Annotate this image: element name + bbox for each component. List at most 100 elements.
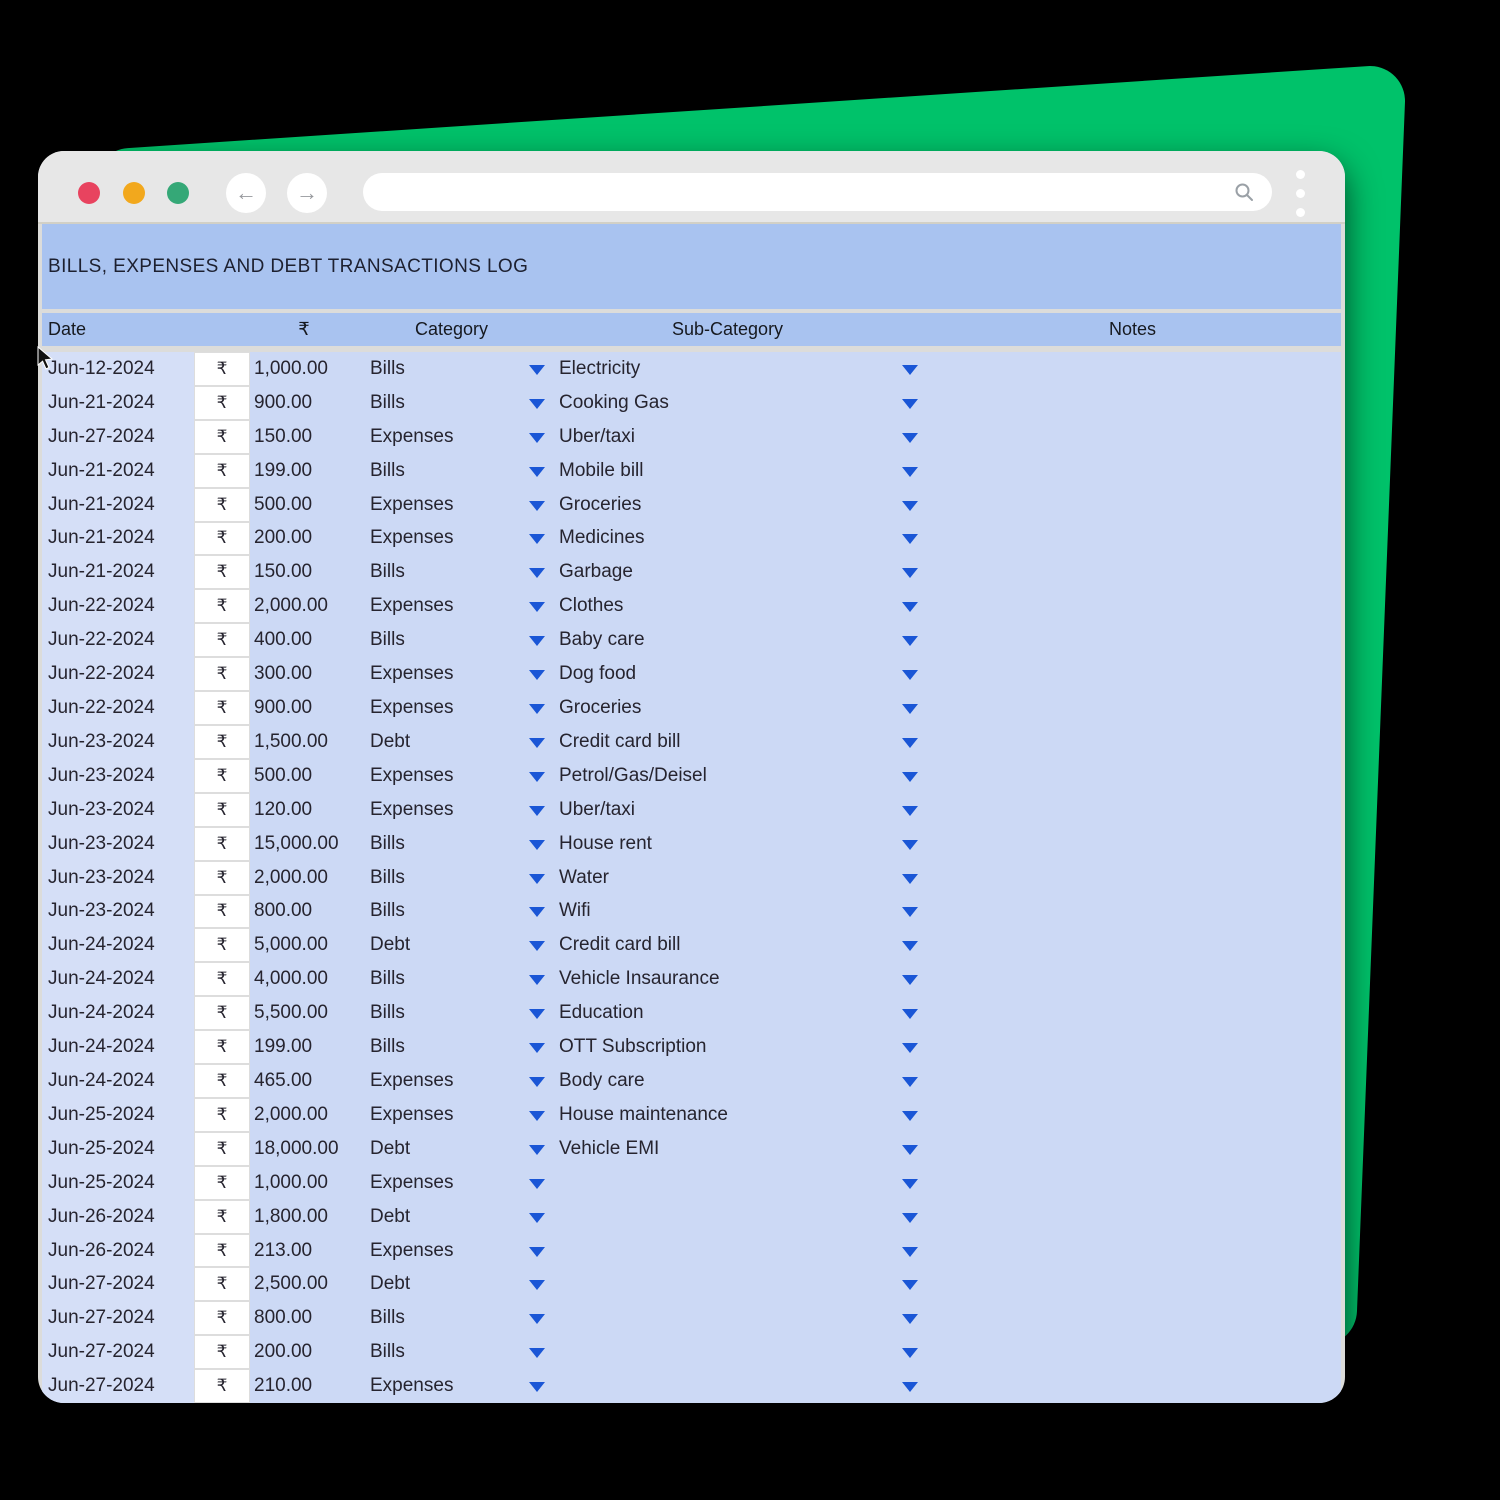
category-cell[interactable]: Bills bbox=[370, 895, 405, 929]
currency-cell[interactable]: ₹ bbox=[194, 657, 250, 691]
category-cell[interactable]: Bills bbox=[370, 623, 405, 657]
date-cell[interactable]: Jun-22-2024 bbox=[42, 691, 194, 725]
currency-cell[interactable]: ₹ bbox=[194, 1301, 250, 1335]
column-header-notes[interactable]: Notes bbox=[1109, 313, 1156, 346]
forward-button[interactable]: → bbox=[287, 173, 327, 213]
notes-cell[interactable] bbox=[982, 1369, 1341, 1403]
category-cell[interactable]: Bills bbox=[370, 454, 405, 488]
subcategory-dropdown-icon[interactable] bbox=[902, 467, 918, 477]
kebab-menu-button[interactable] bbox=[1296, 170, 1305, 218]
amount-cell[interactable]: 500.00 bbox=[254, 759, 312, 793]
subcategory-cell[interactable]: Body care bbox=[559, 1064, 645, 1098]
currency-cell[interactable]: ₹ bbox=[194, 1335, 250, 1369]
subcategory-dropdown-icon[interactable] bbox=[902, 1280, 918, 1290]
currency-cell[interactable]: ₹ bbox=[194, 352, 250, 386]
subcategory-dropdown-icon[interactable] bbox=[902, 399, 918, 409]
notes-cell[interactable] bbox=[982, 725, 1341, 759]
category-cell[interactable]: Expenses bbox=[370, 1064, 453, 1098]
subcategory-cell[interactable]: OTT Subscription bbox=[559, 1030, 706, 1064]
amount-cell[interactable]: 2,000.00 bbox=[254, 1098, 328, 1132]
category-dropdown-icon[interactable] bbox=[529, 670, 545, 680]
date-cell[interactable]: Jun-23-2024 bbox=[42, 759, 194, 793]
date-cell[interactable]: Jun-25-2024 bbox=[42, 1132, 194, 1166]
category-cell[interactable]: Bills bbox=[370, 555, 405, 589]
currency-cell[interactable]: ₹ bbox=[194, 1064, 250, 1098]
currency-cell[interactable]: ₹ bbox=[194, 555, 250, 589]
category-cell[interactable]: Debt bbox=[370, 1267, 410, 1301]
notes-cell[interactable] bbox=[982, 555, 1341, 589]
date-cell[interactable]: Jun-26-2024 bbox=[42, 1200, 194, 1234]
amount-cell[interactable]: 2,000.00 bbox=[254, 861, 328, 895]
notes-cell[interactable] bbox=[982, 420, 1341, 454]
notes-cell[interactable] bbox=[982, 1166, 1341, 1200]
currency-cell[interactable]: ₹ bbox=[194, 1132, 250, 1166]
currency-cell[interactable]: ₹ bbox=[194, 1267, 250, 1301]
amount-cell[interactable]: 150.00 bbox=[254, 555, 312, 589]
currency-cell[interactable]: ₹ bbox=[194, 793, 250, 827]
notes-cell[interactable] bbox=[982, 962, 1341, 996]
amount-cell[interactable]: 1,000.00 bbox=[254, 1166, 328, 1200]
amount-cell[interactable]: 2,500.00 bbox=[254, 1267, 328, 1301]
category-cell[interactable]: Expenses bbox=[370, 657, 453, 691]
category-dropdown-icon[interactable] bbox=[529, 602, 545, 612]
category-cell[interactable]: Expenses bbox=[370, 759, 453, 793]
url-input[interactable] bbox=[363, 173, 1272, 211]
amount-cell[interactable]: 800.00 bbox=[254, 895, 312, 929]
subcategory-dropdown-icon[interactable] bbox=[902, 365, 918, 375]
category-dropdown-icon[interactable] bbox=[529, 1179, 545, 1189]
category-cell[interactable]: Expenses bbox=[370, 1234, 453, 1268]
category-dropdown-icon[interactable] bbox=[529, 840, 545, 850]
amount-cell[interactable]: 4,000.00 bbox=[254, 962, 328, 996]
category-cell[interactable]: Expenses bbox=[370, 522, 453, 556]
currency-cell[interactable]: ₹ bbox=[194, 454, 250, 488]
subcategory-dropdown-icon[interactable] bbox=[902, 1145, 918, 1155]
date-cell[interactable]: Jun-24-2024 bbox=[42, 996, 194, 1030]
date-cell[interactable]: Jun-24-2024 bbox=[42, 962, 194, 996]
category-dropdown-icon[interactable] bbox=[529, 1111, 545, 1121]
category-cell[interactable]: Expenses bbox=[370, 1369, 453, 1403]
subcategory-cell[interactable]: Cooking Gas bbox=[559, 386, 669, 420]
subcategory-dropdown-icon[interactable] bbox=[902, 704, 918, 714]
subcategory-cell[interactable]: Dog food bbox=[559, 657, 636, 691]
notes-cell[interactable] bbox=[982, 1064, 1341, 1098]
date-cell[interactable]: Jun-23-2024 bbox=[42, 725, 194, 759]
amount-cell[interactable]: 120.00 bbox=[254, 793, 312, 827]
category-cell[interactable]: Expenses bbox=[370, 793, 453, 827]
column-header-date[interactable]: Date bbox=[48, 313, 86, 346]
column-header-category[interactable]: Category bbox=[415, 313, 488, 346]
notes-cell[interactable] bbox=[982, 759, 1341, 793]
category-dropdown-icon[interactable] bbox=[529, 975, 545, 985]
amount-cell[interactable]: 18,000.00 bbox=[254, 1132, 339, 1166]
amount-cell[interactable]: 1,000.00 bbox=[254, 352, 328, 386]
date-cell[interactable]: Jun-21-2024 bbox=[42, 386, 194, 420]
currency-cell[interactable]: ₹ bbox=[194, 1030, 250, 1064]
subcategory-cell[interactable]: Vehicle EMI bbox=[559, 1132, 659, 1166]
subcategory-cell[interactable]: House rent bbox=[559, 827, 652, 861]
currency-cell[interactable]: ₹ bbox=[194, 895, 250, 929]
currency-cell[interactable]: ₹ bbox=[194, 759, 250, 793]
subcategory-dropdown-icon[interactable] bbox=[902, 1043, 918, 1053]
date-cell[interactable]: Jun-23-2024 bbox=[42, 793, 194, 827]
currency-cell[interactable]: ₹ bbox=[194, 962, 250, 996]
currency-cell[interactable]: ₹ bbox=[194, 420, 250, 454]
currency-cell[interactable]: ₹ bbox=[194, 623, 250, 657]
amount-cell[interactable]: 15,000.00 bbox=[254, 827, 339, 861]
date-cell[interactable]: Jun-25-2024 bbox=[42, 1166, 194, 1200]
amount-cell[interactable]: 900.00 bbox=[254, 691, 312, 725]
category-cell[interactable]: Debt bbox=[370, 1132, 410, 1166]
amount-cell[interactable]: 199.00 bbox=[254, 454, 312, 488]
currency-cell[interactable]: ₹ bbox=[194, 1098, 250, 1132]
notes-cell[interactable] bbox=[982, 1234, 1341, 1268]
amount-cell[interactable]: 150.00 bbox=[254, 420, 312, 454]
subcategory-cell[interactable]: Baby care bbox=[559, 623, 645, 657]
category-cell[interactable]: Debt bbox=[370, 1200, 410, 1234]
notes-cell[interactable] bbox=[982, 861, 1341, 895]
category-cell[interactable]: Bills bbox=[370, 1301, 405, 1335]
category-dropdown-icon[interactable] bbox=[529, 636, 545, 646]
category-cell[interactable]: Bills bbox=[370, 962, 405, 996]
notes-cell[interactable] bbox=[982, 488, 1341, 522]
notes-cell[interactable] bbox=[982, 827, 1341, 861]
amount-cell[interactable]: 210.00 bbox=[254, 1369, 312, 1403]
category-dropdown-icon[interactable] bbox=[529, 1009, 545, 1019]
notes-cell[interactable] bbox=[982, 454, 1341, 488]
